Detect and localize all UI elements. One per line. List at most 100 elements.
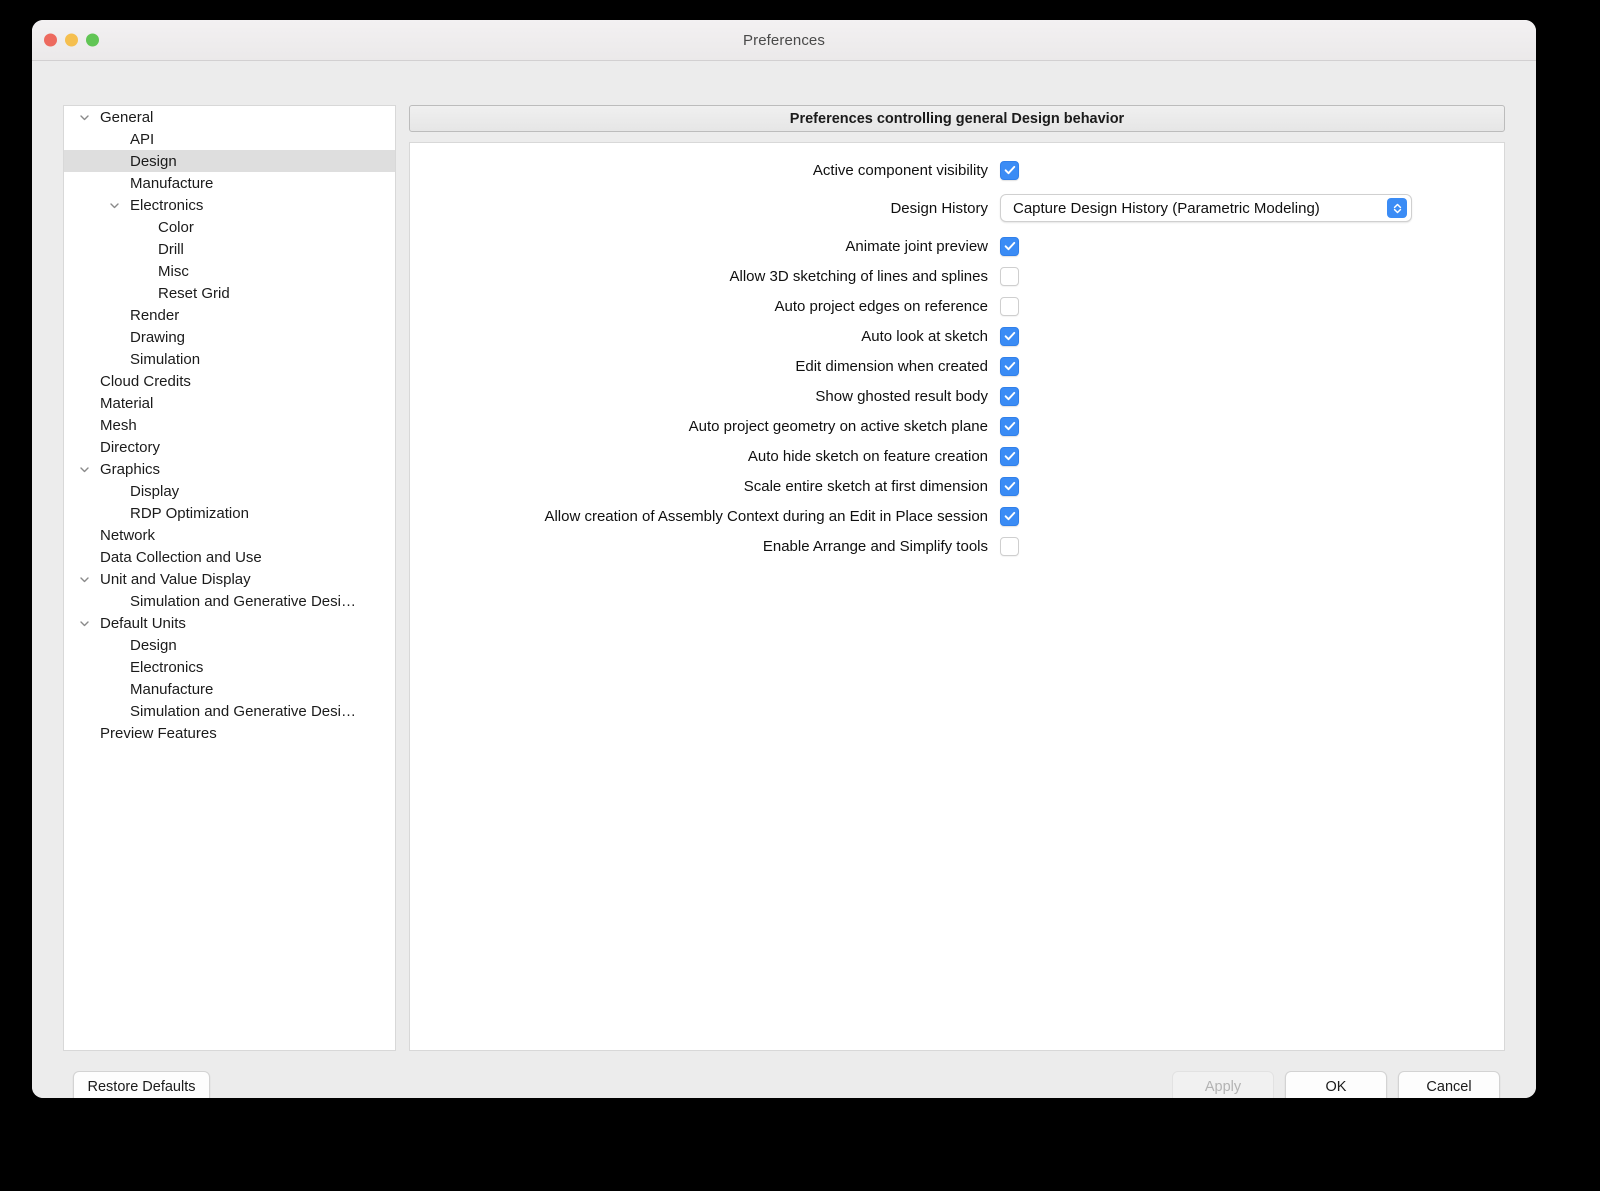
sidebar-item-simulation[interactable]: Simulation bbox=[64, 348, 395, 370]
sidebar-item-mesh[interactable]: Mesh bbox=[64, 414, 395, 436]
chevron-down-icon[interactable] bbox=[76, 109, 92, 125]
settings-card: Active component visibility Design Histor… bbox=[409, 142, 1505, 1051]
checkbox-active-component-visibility[interactable] bbox=[1000, 160, 1019, 180]
sidebar-item-design[interactable]: Design bbox=[64, 634, 395, 656]
sidebar-item-label: Display bbox=[130, 482, 180, 500]
setting-row: Edit dimension when created bbox=[410, 351, 1504, 381]
design-history-selected-value: Capture Design History (Parametric Model… bbox=[1013, 199, 1320, 217]
sidebar-item-electronics[interactable]: Electronics bbox=[64, 656, 395, 678]
pane-header: Preferences controlling general Design b… bbox=[409, 105, 1505, 132]
setting-row: Auto project edges on reference bbox=[410, 291, 1504, 321]
sidebar-item-display[interactable]: Display bbox=[64, 480, 395, 502]
sidebar-item-label: Simulation and Generative Desi… bbox=[130, 702, 356, 720]
setting-row: Scale entire sketch at first dimension bbox=[410, 471, 1504, 501]
setting-label: Animate joint preview bbox=[845, 237, 988, 255]
sidebar-item-design[interactable]: Design bbox=[64, 150, 395, 172]
sidebar-item-label: Misc bbox=[158, 262, 189, 280]
setting-row: Auto project geometry on active sketch p… bbox=[410, 411, 1504, 441]
dialog-body: General API Design Manufacture Electronics Co… bbox=[32, 61, 1536, 1098]
sidebar-item-label: Preview Features bbox=[100, 724, 217, 742]
sidebar-item-label: Drill bbox=[158, 240, 184, 258]
sidebar-item-api[interactable]: API bbox=[64, 128, 395, 150]
sidebar-item-label: Render bbox=[130, 306, 180, 324]
checkbox-auto-project-edges-on-reference[interactable] bbox=[1000, 296, 1019, 316]
sidebar-item-misc[interactable]: Misc bbox=[64, 260, 395, 282]
close-button-icon[interactable] bbox=[44, 33, 57, 47]
sidebar-item-network[interactable]: Network bbox=[64, 524, 395, 546]
chevron-up-down-icon[interactable] bbox=[1387, 198, 1407, 218]
sidebar-item-preview-features[interactable]: Preview Features bbox=[64, 722, 395, 744]
checkbox-allow-creation-of-assembly-context-during-an-edit-in-place-session[interactable] bbox=[1000, 506, 1019, 526]
setting-label: Edit dimension when created bbox=[795, 357, 988, 375]
sidebar-item-label: Mesh bbox=[100, 416, 137, 434]
sidebar-item-label: Default Units bbox=[100, 614, 186, 632]
sidebar-item-drill[interactable]: Drill bbox=[64, 238, 395, 260]
checkbox-show-ghosted-result-body[interactable] bbox=[1000, 386, 1019, 406]
setting-label: Active component visibility bbox=[812, 161, 988, 179]
setting-row: Auto hide sketch on feature creation bbox=[410, 441, 1504, 471]
checkbox-auto-project-geometry-on-active-sketch-plane[interactable] bbox=[1000, 416, 1019, 436]
zoom-button-icon[interactable] bbox=[86, 33, 99, 47]
checkbox-allow-3d-sketching-of-lines-and-splines[interactable] bbox=[1000, 266, 1019, 286]
restore-defaults-button[interactable]: Restore Defaults bbox=[73, 1071, 210, 1098]
design-history-select[interactable]: Capture Design History (Parametric Model… bbox=[1000, 194, 1412, 222]
sidebar-item-rdp-optimization[interactable]: RDP Optimization bbox=[64, 502, 395, 524]
setting-label: Allow 3D sketching of lines and splines bbox=[729, 267, 988, 285]
preferences-category-tree[interactable]: General API Design Manufacture Electronics Co… bbox=[63, 105, 396, 1051]
settings-list: Active component visibility Design Histor… bbox=[410, 155, 1504, 561]
sidebar-item-drawing[interactable]: Drawing bbox=[64, 326, 395, 348]
checkbox-enable-arrange-and-simplify-tools[interactable] bbox=[1000, 536, 1019, 556]
sidebar-item-unit-and-value-display[interactable]: Unit and Value Display bbox=[64, 568, 395, 590]
chevron-down-icon[interactable] bbox=[76, 461, 92, 477]
setting-label: Auto project edges on reference bbox=[774, 297, 988, 315]
window-title: Preferences bbox=[743, 31, 825, 49]
sidebar-item-reset-grid[interactable]: Reset Grid bbox=[64, 282, 395, 304]
sidebar-item-manufacture[interactable]: Manufacture bbox=[64, 678, 395, 700]
ok-button[interactable]: OK bbox=[1285, 1071, 1387, 1098]
setting-row: Active component visibility bbox=[410, 155, 1504, 185]
sidebar-item-cloud-credits[interactable]: Cloud Credits bbox=[64, 370, 395, 392]
sidebar-item-graphics[interactable]: Graphics bbox=[64, 458, 395, 480]
setting-label: Enable Arrange and Simplify tools bbox=[762, 537, 988, 555]
sidebar-item-manufacture[interactable]: Manufacture bbox=[64, 172, 395, 194]
sidebar-item-electronics[interactable]: Electronics bbox=[64, 194, 395, 216]
sidebar-item-label: Manufacture bbox=[130, 680, 214, 698]
setting-label: Auto look at sketch bbox=[861, 327, 988, 345]
sidebar-item-simulation-and-generative-desi[interactable]: Simulation and Generative Desi… bbox=[64, 590, 395, 612]
sidebar-item-label: Design bbox=[130, 152, 177, 170]
apply-button[interactable]: Apply bbox=[1172, 1071, 1274, 1098]
setting-label: Auto project geometry on active sketch p… bbox=[688, 417, 988, 435]
setting-row: Allow creation of Assembly Context durin… bbox=[410, 501, 1504, 531]
sidebar-item-directory[interactable]: Directory bbox=[64, 436, 395, 458]
sidebar-item-label: Electronics bbox=[130, 196, 204, 214]
sidebar-item-render[interactable]: Render bbox=[64, 304, 395, 326]
checkbox-auto-look-at-sketch[interactable] bbox=[1000, 326, 1019, 346]
setting-label: Design History bbox=[890, 199, 988, 217]
checkbox-edit-dimension-when-created[interactable] bbox=[1000, 356, 1019, 376]
sidebar-item-label: Graphics bbox=[100, 460, 161, 478]
checkbox-auto-hide-sketch-on-feature-creation[interactable] bbox=[1000, 446, 1019, 466]
sidebar-item-label: Manufacture bbox=[130, 174, 214, 192]
sidebar-item-label: Data Collection and Use bbox=[100, 548, 262, 566]
sidebar-item-label: Unit and Value Display bbox=[100, 570, 251, 588]
sidebar-item-label: Cloud Credits bbox=[100, 372, 191, 390]
chevron-down-icon[interactable] bbox=[76, 615, 92, 631]
sidebar-item-label: API bbox=[130, 130, 155, 148]
sidebar-item-default-units[interactable]: Default Units bbox=[64, 612, 395, 634]
sidebar-item-data-collection-and-use[interactable]: Data Collection and Use bbox=[64, 546, 395, 568]
checkbox-animate-joint-preview[interactable] bbox=[1000, 236, 1019, 256]
checkbox-scale-entire-sketch-at-first-dimension[interactable] bbox=[1000, 476, 1019, 496]
minimize-button-icon[interactable] bbox=[65, 33, 78, 47]
traffic-light-group bbox=[44, 33, 99, 47]
sidebar-item-material[interactable]: Material bbox=[64, 392, 395, 414]
cancel-button[interactable]: Cancel bbox=[1398, 1071, 1500, 1098]
setting-label: Auto hide sketch on feature creation bbox=[747, 447, 988, 465]
setting-row: Show ghosted result body bbox=[410, 381, 1504, 411]
window-titlebar: Preferences bbox=[32, 20, 1536, 61]
sidebar-item-general[interactable]: General bbox=[64, 106, 395, 128]
sidebar-item-simulation-and-generative-desi[interactable]: Simulation and Generative Desi… bbox=[64, 700, 395, 722]
setting-row: Enable Arrange and Simplify tools bbox=[410, 531, 1504, 561]
chevron-down-icon[interactable] bbox=[76, 571, 92, 587]
sidebar-item-color[interactable]: Color bbox=[64, 216, 395, 238]
chevron-down-icon[interactable] bbox=[106, 197, 122, 213]
